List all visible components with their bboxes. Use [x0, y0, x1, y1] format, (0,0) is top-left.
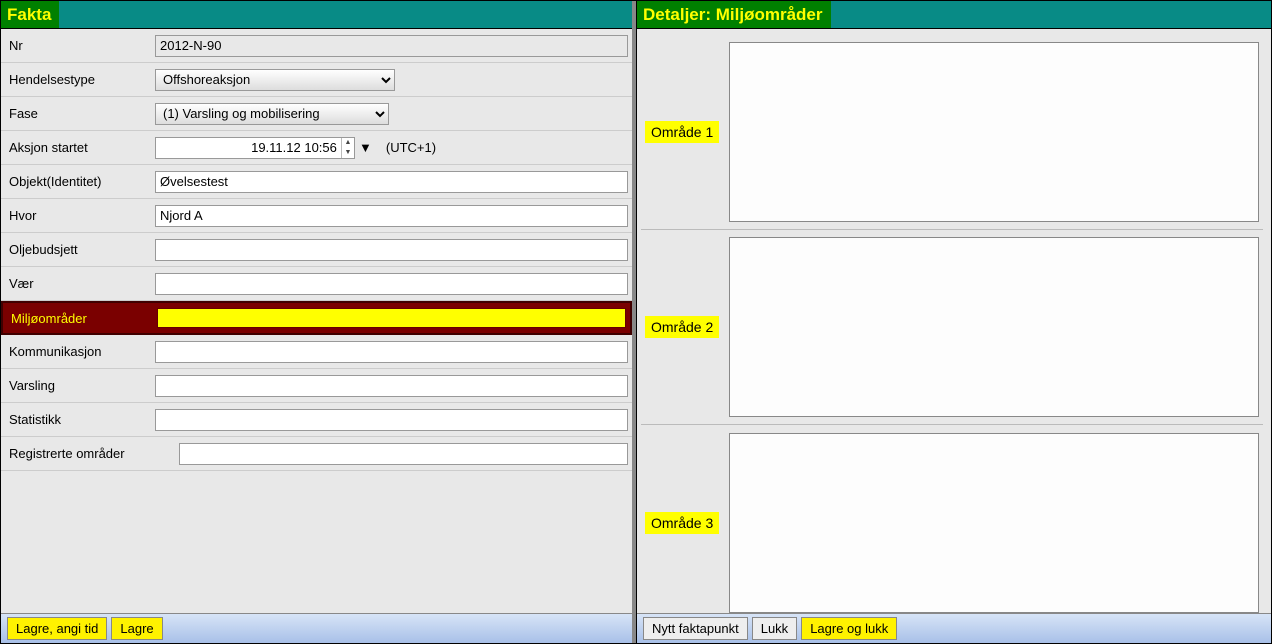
row-nr: Nr 2012-N-90 [1, 29, 632, 63]
row-objekt: Objekt(Identitet) [1, 165, 632, 199]
label-hvor: Hvor [5, 208, 155, 223]
label-hendelsestype: Hendelsestype [5, 72, 155, 87]
fakta-footer: Lagre, angi tid Lagre [1, 613, 632, 643]
detaljer-title: Detaljer: Miljøområder [637, 1, 831, 28]
spinner-up-icon[interactable]: ▲ [342, 138, 354, 148]
row-aksjon-startet: Aksjon startet ▲ ▼ ▼ (UTC+1) [1, 131, 632, 165]
area-label-1: Område 1 [645, 121, 719, 143]
input-oljebudsjett[interactable] [155, 239, 628, 261]
input-miljoomrader[interactable] [157, 308, 626, 328]
fakta-body: Nr 2012-N-90 Hendelsestype Offshoreaksjo… [1, 29, 632, 613]
label-miljoomrader: Miljøområder [7, 311, 157, 326]
main-layout: Fakta Nr 2012-N-90 Hendelsestype Offshor… [1, 1, 1271, 643]
detail-row-3: Område 3 [641, 425, 1263, 613]
fakta-panel: Fakta Nr 2012-N-90 Hendelsestype Offshor… [1, 1, 636, 643]
datetime-picker[interactable]: ▲ ▼ [155, 137, 355, 159]
row-vaer: Vær [1, 267, 632, 301]
row-fase: Fase (1) Varsling og mobilisering [1, 97, 632, 131]
input-objekt[interactable] [155, 171, 628, 193]
label-vaer: Vær [5, 276, 155, 291]
detaljer-footer: Nytt faktapunkt Lukk Lagre og lukk [637, 613, 1271, 643]
datetime-input[interactable] [156, 138, 341, 158]
fakta-header: Fakta [1, 1, 632, 29]
detaljer-header: Detaljer: Miljøområder [637, 1, 1271, 29]
row-miljoomrader[interactable]: Miljøområder [1, 301, 632, 335]
label-varsling: Varsling [5, 378, 155, 393]
select-fase[interactable]: (1) Varsling og mobilisering [155, 103, 389, 125]
value-nr: 2012-N-90 [155, 35, 628, 57]
row-oljebudsjett: Oljebudsjett [1, 233, 632, 267]
area-text-1[interactable] [729, 42, 1259, 222]
detaljer-panel: Detaljer: Miljøområder Område 1 Område 2… [636, 1, 1271, 643]
row-registrerte: Registrerte områder [1, 437, 632, 471]
area-text-2[interactable] [729, 237, 1259, 417]
input-vaer[interactable] [155, 273, 628, 295]
input-statistikk[interactable] [155, 409, 628, 431]
datetime-dropdown-icon[interactable]: ▼ [359, 140, 372, 155]
input-registrerte[interactable] [179, 443, 628, 465]
area-label-3: Område 3 [645, 512, 719, 534]
detaljer-body[interactable]: Område 1 Område 2 Område 3 [637, 29, 1271, 613]
input-hvor[interactable] [155, 205, 628, 227]
area-text-3[interactable] [729, 433, 1259, 613]
utc-label: (UTC+1) [386, 140, 436, 155]
lukk-button[interactable]: Lukk [752, 617, 797, 640]
lagre-button[interactable]: Lagre [111, 617, 162, 640]
detail-row-1: Område 1 [641, 35, 1263, 230]
datetime-spinner[interactable]: ▲ ▼ [341, 138, 354, 158]
label-objekt: Objekt(Identitet) [5, 174, 155, 189]
lagre-og-lukk-button[interactable]: Lagre og lukk [801, 617, 897, 640]
fakta-title: Fakta [1, 1, 59, 28]
label-nr: Nr [5, 38, 155, 53]
input-varsling[interactable] [155, 375, 628, 397]
spinner-down-icon[interactable]: ▼ [342, 148, 354, 158]
row-hendelsestype: Hendelsestype Offshoreaksjon [1, 63, 632, 97]
detail-row-2: Område 2 [641, 230, 1263, 425]
lagre-angi-tid-button[interactable]: Lagre, angi tid [7, 617, 107, 640]
input-kommunikasjon[interactable] [155, 341, 628, 363]
nytt-faktapunkt-button[interactable]: Nytt faktapunkt [643, 617, 748, 640]
select-hendelsestype[interactable]: Offshoreaksjon [155, 69, 395, 91]
label-fase: Fase [5, 106, 155, 121]
label-registrerte: Registrerte områder [5, 446, 179, 461]
row-varsling: Varsling [1, 369, 632, 403]
row-statistikk: Statistikk [1, 403, 632, 437]
row-hvor: Hvor [1, 199, 632, 233]
area-label-2: Område 2 [645, 316, 719, 338]
label-kommunikasjon: Kommunikasjon [5, 344, 155, 359]
label-aksjon-startet: Aksjon startet [5, 140, 155, 155]
label-oljebudsjett: Oljebudsjett [5, 242, 155, 257]
row-kommunikasjon: Kommunikasjon [1, 335, 632, 369]
label-statistikk: Statistikk [5, 412, 155, 427]
